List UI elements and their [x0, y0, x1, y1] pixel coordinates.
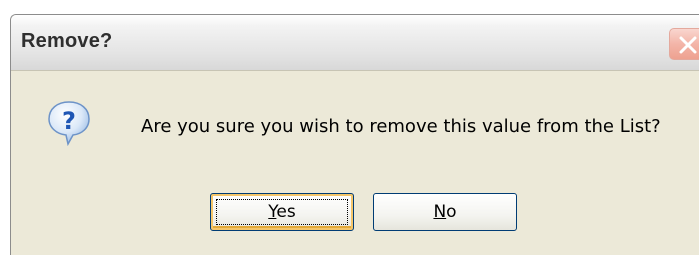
no-label-rest: o — [446, 202, 457, 222]
question-icon: ? — [48, 101, 90, 147]
no-button[interactable]: No — [373, 193, 517, 231]
yes-button[interactable]: Yes — [210, 193, 354, 231]
no-button-label: No — [433, 194, 456, 230]
dialog-title: Remove? — [21, 30, 113, 52]
remove-dialog: Remove? ? Are you sure you wish to remov… — [10, 14, 699, 255]
no-mnemonic: N — [433, 202, 447, 222]
yes-button-label: Yes — [268, 194, 295, 230]
svg-text:?: ? — [62, 107, 76, 135]
dialog-message: Are you sure you wish to remove this val… — [141, 116, 661, 137]
title-bar[interactable]: Remove? — [11, 15, 699, 71]
close-icon — [679, 36, 697, 54]
close-button[interactable] — [669, 28, 699, 60]
yes-label-rest: es — [276, 202, 296, 222]
